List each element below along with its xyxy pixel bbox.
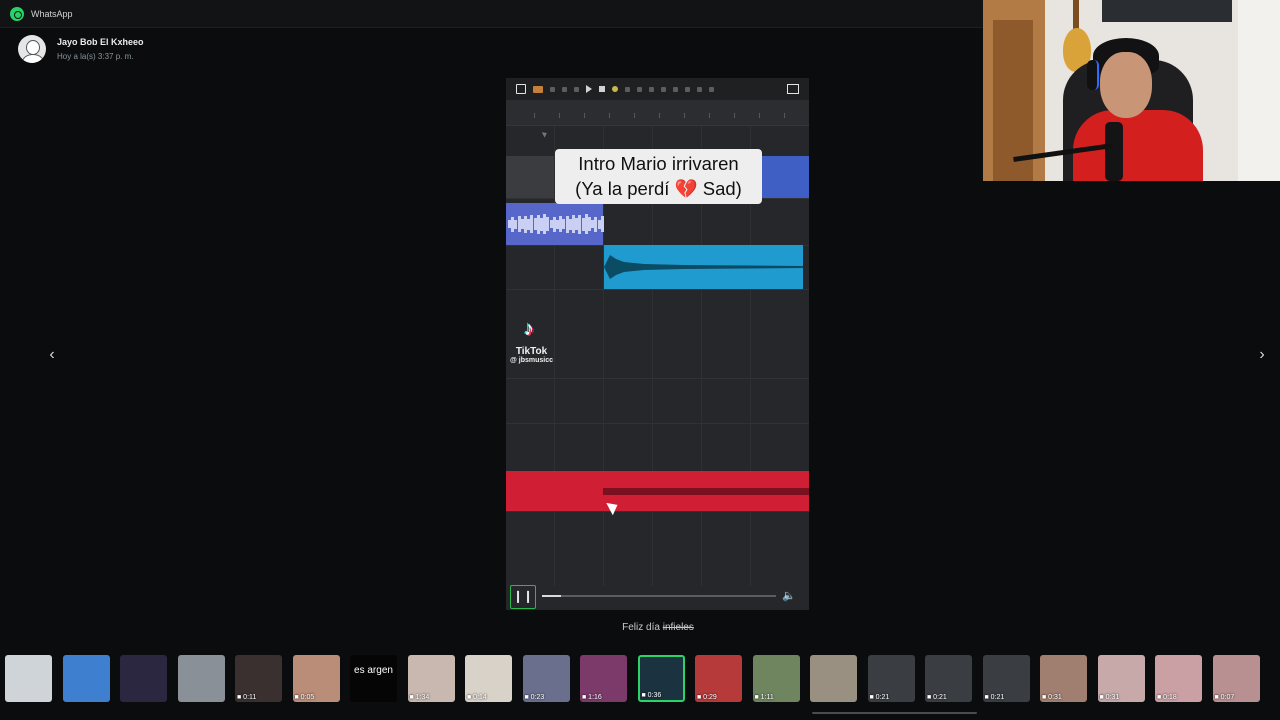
audio-clip [506,156,554,198]
pause-button[interactable]: ❙❙ [510,585,536,609]
thumbnail-duration: ■ 0:21 [984,694,1005,701]
play-icon [586,85,592,93]
avatar[interactable] [18,35,46,63]
sender-name: Jayo Bob El Kxheeo [57,37,144,47]
volume-icon[interactable]: 🔈 [782,589,796,602]
progress-fill [542,595,561,597]
media-thumbnail[interactable]: ■ 0:11 [235,655,282,702]
audio-clip [604,245,803,289]
media-thumbnail[interactable] [177,655,225,702]
media-thumbnail[interactable]: ■ 0:14 [465,655,512,702]
daw-toolbar [506,78,809,100]
webcam-overlay [983,0,1280,181]
app-title: WhatsApp [31,8,73,19]
share-icon [787,84,799,94]
tiktok-username: @ jbsmusicc [510,357,554,364]
media-thumbnail[interactable]: ■ 1:11 [752,655,800,702]
chevron-right-icon[interactable]: › [1253,346,1271,364]
video-progress-bar[interactable] [542,595,776,597]
overlay-caption-line1: Intro Mario irrivaren [578,153,739,174]
media-thumbnail[interactable]: ■ 0:07 [1212,655,1260,702]
tiktok-logo-icon [524,318,542,342]
thumbnail-duration: ■ 0:14 [467,694,487,701]
thumbnail-duration: ■ 0:18 [1157,694,1177,701]
media-thumbnail-strip: ■ 0:11 ■ 0:05 es argen ■ 1:34 ■ 0:14 ■ 0:23 ■ … [0,645,1280,720]
media-thumbnail[interactable]: ■ 0:29 [695,655,742,702]
audio-clip [506,203,604,245]
audio-clip [762,156,809,198]
stop-icon [599,86,605,92]
thumbnail-duration: ■ 0:21 [869,694,890,701]
thumbnail-duration: ■ 0:31 [1042,694,1062,701]
message-caption: Feliz día infieles [0,622,1280,633]
sender-info: Jayo Bob El Kxheeo Hoy a la(s) 3:37 p. m… [18,35,144,63]
thumbnail-duration: ■ 1:16 [582,694,602,701]
media-thumbnail[interactable] [810,655,857,702]
media-thumbnail[interactable]: ■ 1:34 [407,655,455,702]
thumbnail-duration: ■ 1:11 [754,694,774,701]
tiktok-watermark: TikTok @ jbsmusicc [510,318,554,364]
media-thumbnail[interactable]: ■ 1:16 [580,655,627,702]
record-icon [612,86,618,92]
thumbnail-duration: ■ 0:21 [927,694,947,701]
tiktok-brand: TikTok [515,346,548,357]
fullscreen-icon [516,84,526,94]
media-thumbnail[interactable] [62,655,110,702]
thumbnail-duration: ■ 0:23 [524,694,545,701]
media-thumbnail[interactable]: es argen [350,655,397,702]
daw-tool-icon [533,85,543,93]
thumbnail-scrollbar[interactable] [812,712,977,714]
caption-strike-text: infieles [662,622,694,633]
timeline-ruler [506,100,809,126]
media-thumbnail[interactable]: ■ 0:05 [292,655,340,702]
thumbnail-text: es argen [354,665,393,676]
thumbnail-duration: ■ 0:29 [697,694,717,701]
thumbnail-duration: ■ 0:31 [1099,694,1120,701]
media-thumbnail[interactable]: ■ 0:23 [522,655,570,702]
media-thumbnail[interactable] [120,655,167,702]
thumbnail-duration: ■ 0:36 [641,692,662,699]
media-thumbnail[interactable]: ■ 0:18 [1155,655,1202,702]
video-player[interactable]: Intro Mario irrivaren (Ya la perdí 💔 Sad… [506,78,809,610]
thumbnail-duration: ■ 1:34 [409,694,430,701]
media-thumbnail[interactable] [5,655,52,702]
player-controls: ❙❙ 🔈 [506,583,809,610]
whatsapp-logo-icon [10,6,24,21]
waveform-bar [600,216,604,232]
media-thumbnail[interactable]: ■ 0:31 [1097,655,1145,702]
media-thumbnail[interactable]: ■ 0:21 [867,655,915,702]
overlay-caption: Intro Mario irrivaren (Ya la perdí 💔 Sad… [555,149,762,204]
media-thumbnail[interactable]: ■ 0:21 [925,655,972,702]
media-thumbnail[interactable]: ■ 0:31 [1040,655,1087,702]
thumbnail-duration: ■ 0:07 [1214,694,1235,701]
media-thumbnail[interactable]: ■ 0:36 [637,655,685,702]
caption-text: Feliz día [622,622,663,633]
media-thumbnail[interactable]: ■ 0:21 [982,655,1030,702]
thumbnail-duration: ■ 0:05 [294,694,315,701]
chevron-left-icon[interactable]: ‹ [43,346,61,364]
overlay-caption-line2: (Ya la perdí 💔 Sad) [575,178,742,199]
thumbnail-duration: ■ 0:11 [237,694,257,701]
sender-time: Hoy a la(s) 3:37 p. m. [57,52,134,61]
